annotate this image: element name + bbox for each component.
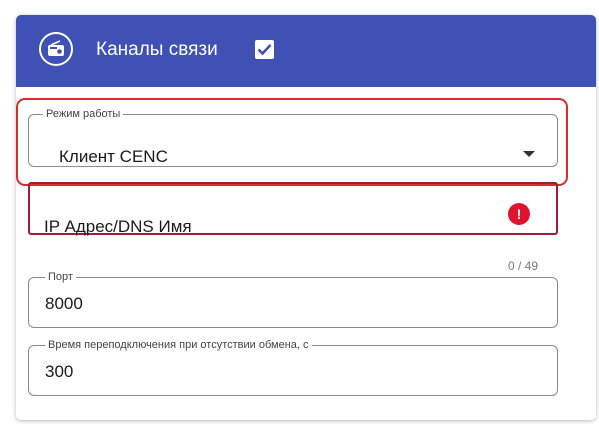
- reconnect-time-value: 300: [45, 362, 74, 381]
- reconnect-time-input[interactable]: Время переподключения при отсутствии обм…: [28, 339, 558, 396]
- ip-address-placeholder: IP Адрес/DNS Имя: [44, 217, 192, 236]
- error-icon: !: [508, 203, 530, 225]
- channels-enabled-checkbox[interactable]: [255, 40, 274, 59]
- port-value: 8000: [45, 294, 83, 313]
- chevron-down-icon[interactable]: [523, 151, 535, 157]
- reconnect-time-label: Время переподключения при отсутствии обм…: [45, 339, 312, 352]
- port-input[interactable]: Порт: [28, 271, 558, 328]
- ip-char-counter: 0 / 49: [507, 259, 538, 273]
- radio-icon: [39, 32, 73, 66]
- card-title: Каналы связи: [96, 39, 218, 60]
- port-label: Порт: [45, 271, 76, 284]
- card-header: Каналы связи: [16, 15, 596, 87]
- mode-value: Клиент CENC: [59, 147, 168, 166]
- mode-label: Режим работы: [43, 108, 124, 121]
